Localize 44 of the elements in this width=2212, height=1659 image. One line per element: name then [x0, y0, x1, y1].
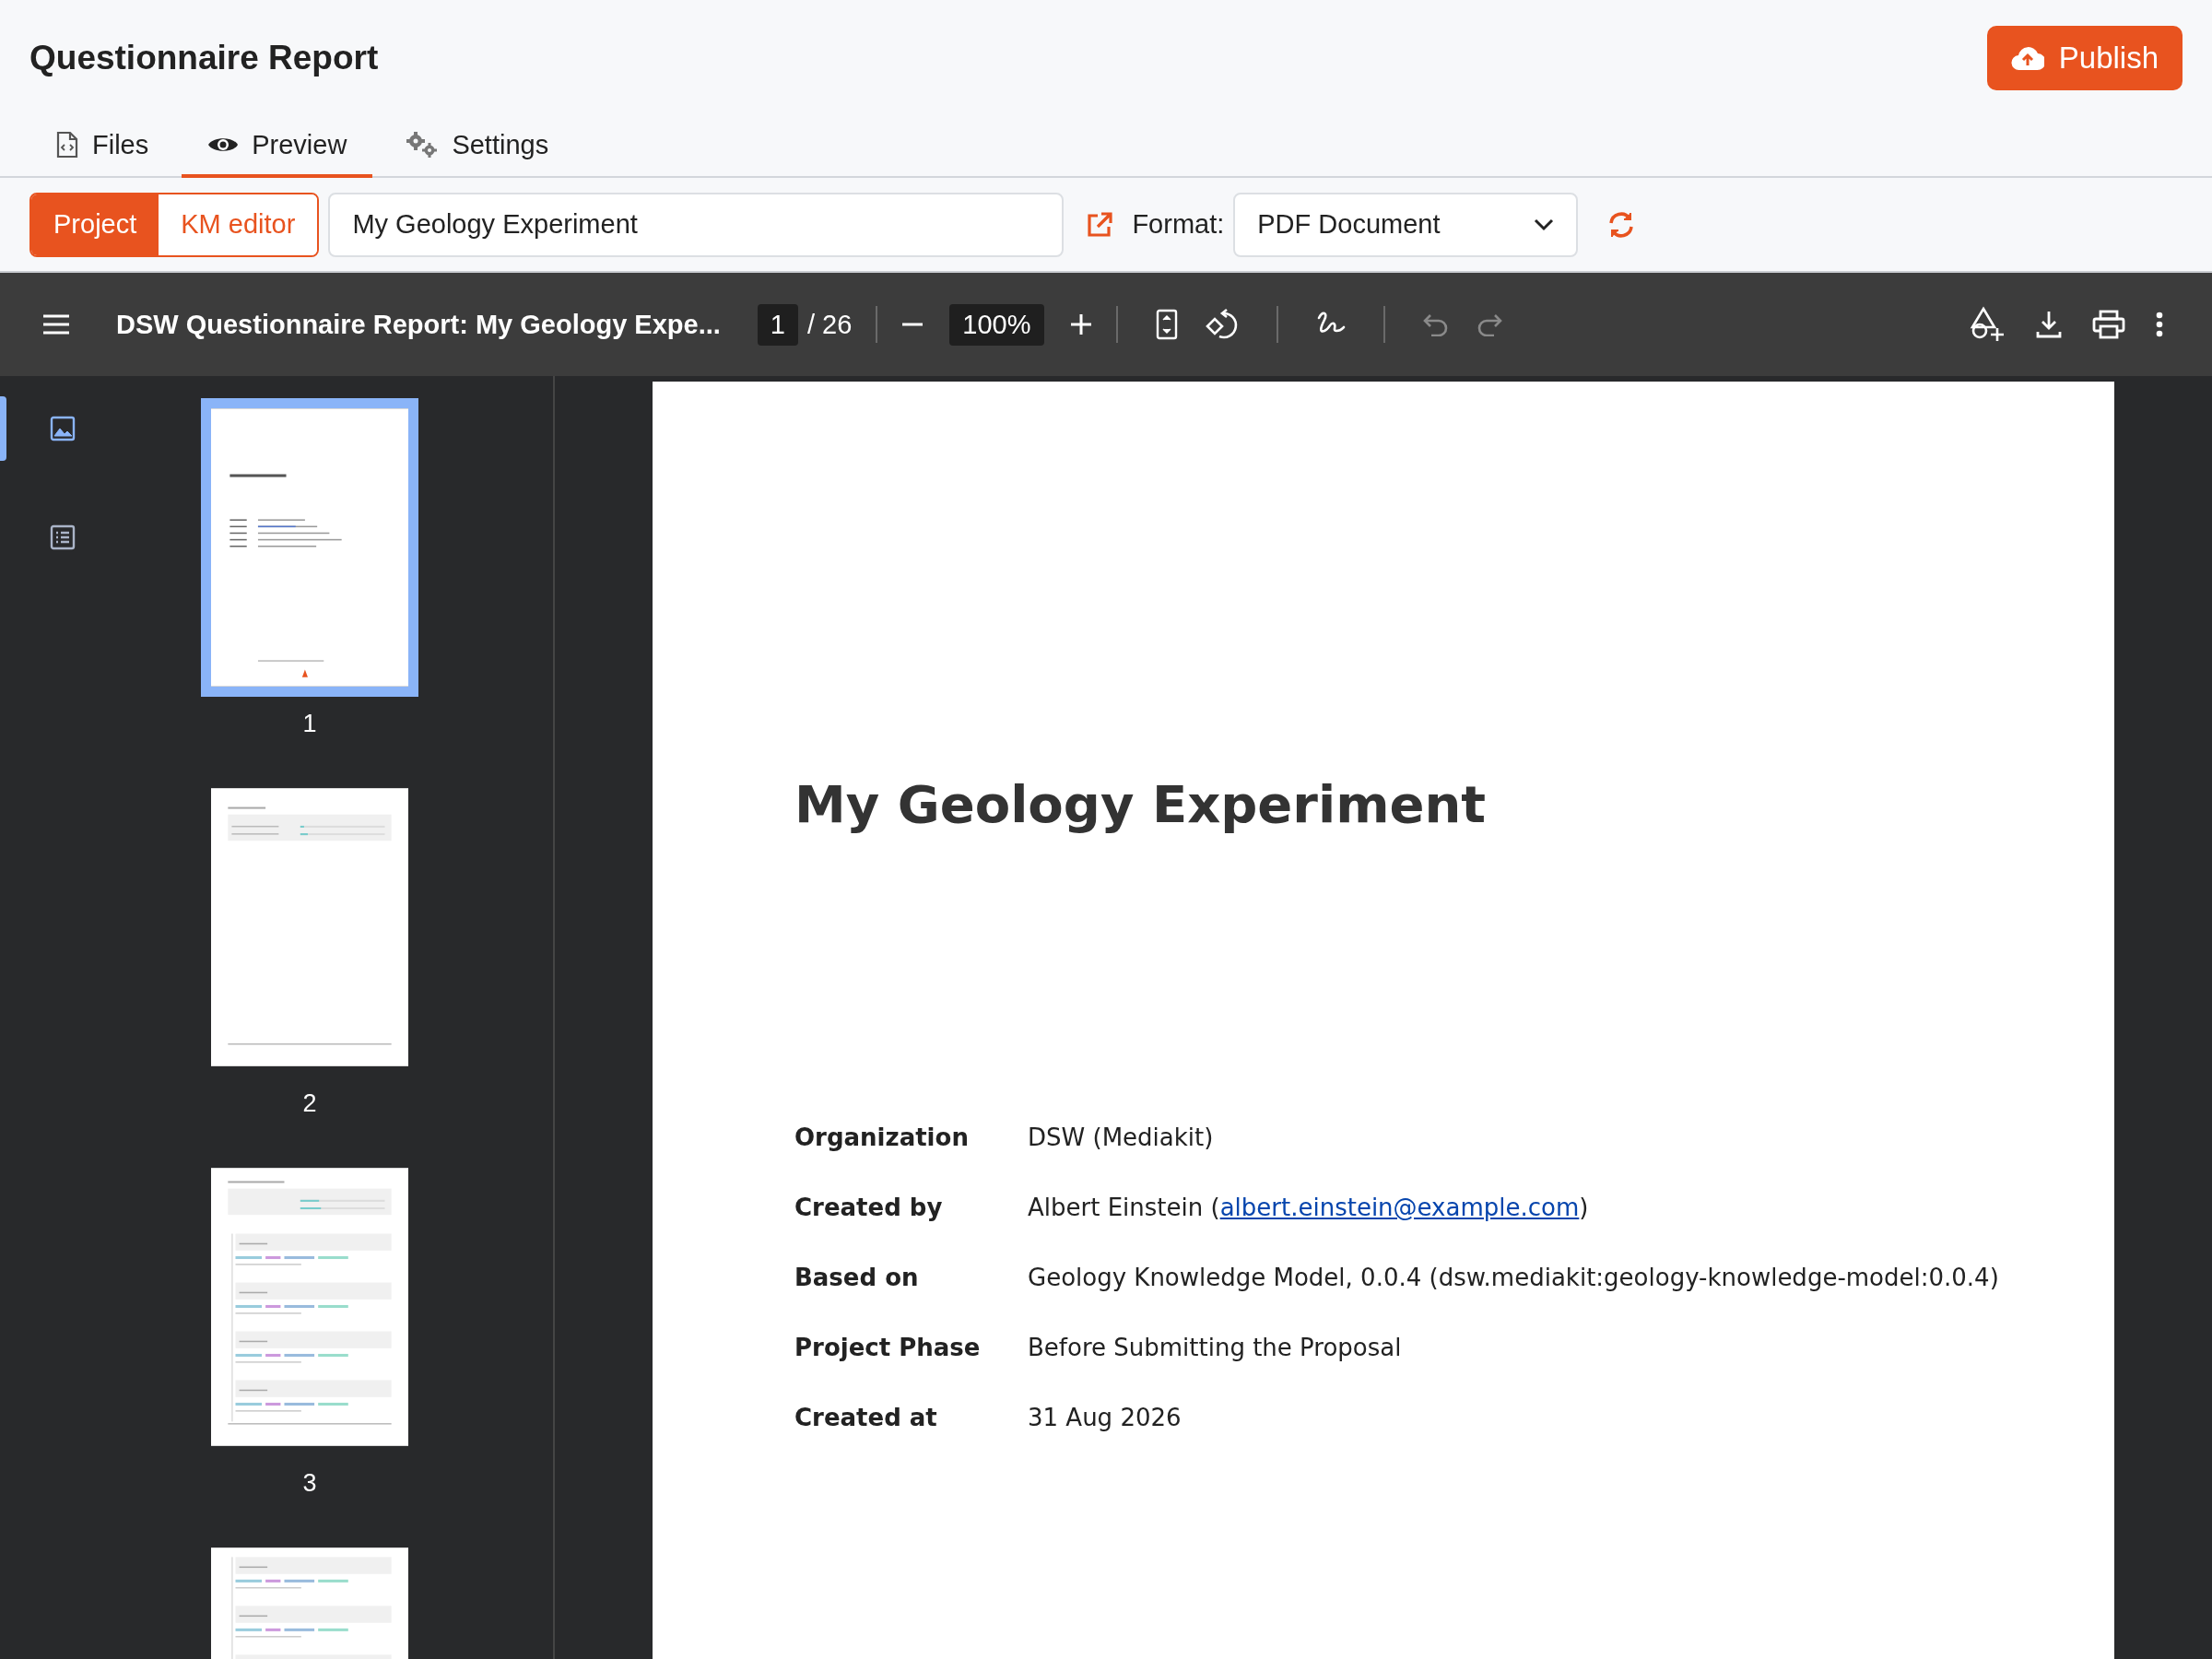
tab[interactable]: Files	[29, 115, 175, 178]
file-code-icon	[55, 131, 79, 159]
refresh-icon[interactable]	[1607, 210, 1636, 239]
field-label: Created by	[794, 1193, 944, 1223]
rotate-icon[interactable]	[1204, 308, 1240, 341]
print-icon[interactable]	[2092, 310, 2125, 339]
page-title: Questionnaire Report	[29, 38, 379, 77]
field-value: DSW (Mediakit)	[1028, 1123, 1215, 1153]
page-count: / 26	[806, 309, 853, 340]
download-icon[interactable]	[2035, 310, 2063, 339]
project-field[interactable]: My Geology Experiment	[328, 192, 1065, 257]
gears-icon	[406, 131, 440, 159]
field-label: Created at	[794, 1403, 938, 1433]
page-number: 3	[302, 1467, 317, 1499]
more-icon[interactable]	[2155, 311, 2164, 338]
shapes-add-icon[interactable]	[1969, 306, 2006, 343]
zoom-in-icon[interactable]	[1069, 313, 1092, 335]
page-number: 1	[302, 708, 317, 739]
document-heading: My Geology Experiment	[794, 773, 1488, 836]
chevron-down-icon	[1534, 218, 1555, 231]
zoom-field[interactable]: 100%	[949, 303, 1044, 346]
field-value: 31 Aug 2026	[1028, 1403, 1182, 1433]
field-label: Organization	[794, 1123, 970, 1153]
field-label: Project Phase	[794, 1333, 982, 1363]
page-number-field[interactable]: 1	[757, 303, 798, 346]
email-link[interactable]: albert.einstein@example.com	[1219, 1194, 1580, 1221]
page-number: 2	[302, 1088, 317, 1119]
page-thumbnail[interactable]	[201, 398, 418, 697]
tab[interactable]: Settings	[380, 115, 575, 178]
field-label: Based on	[794, 1263, 920, 1293]
field-value: Before Submitting the Proposal	[1028, 1333, 1403, 1363]
toggle-option[interactable]: Project	[31, 194, 159, 255]
field-value: Geology Knowledge Model, 0.0.4 (dsw.mediakit:geology-knowledge-model:0.0.4)	[1028, 1263, 2000, 1293]
tab[interactable]: Preview	[182, 115, 373, 178]
field-value: Albert Einstein (albert.einstein@example.com)	[1028, 1193, 1590, 1223]
toggle-option[interactable]: KM editor	[159, 194, 318, 255]
publish-button[interactable]: Publish	[1986, 25, 2183, 90]
format-label: Format:	[1132, 209, 1225, 240]
document-title: DSW Questionnaire Report: My Geology Expe...	[116, 309, 721, 340]
external-link-icon[interactable]	[1086, 210, 1114, 239]
cloud-upload-icon	[2010, 44, 2044, 71]
fit-page-icon[interactable]	[1154, 309, 1179, 340]
format-select[interactable]: PDF Document	[1233, 192, 1579, 257]
menu-icon[interactable]	[42, 314, 70, 335]
